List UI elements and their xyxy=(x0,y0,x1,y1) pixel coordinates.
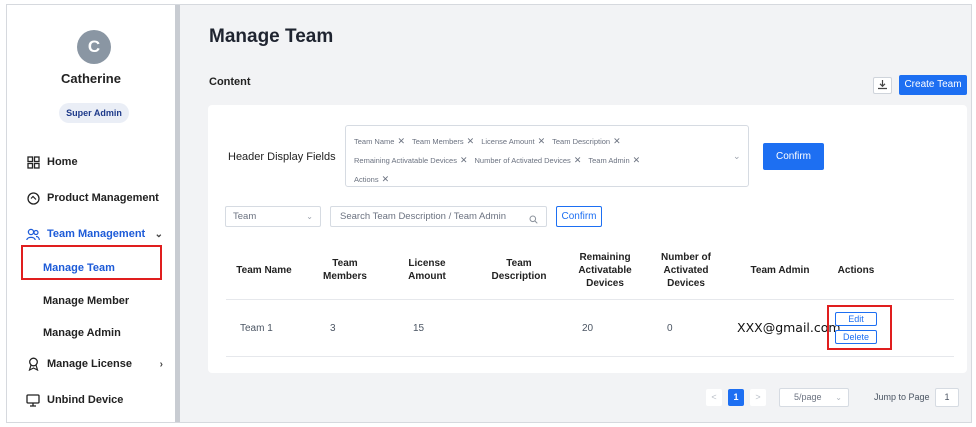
field-tag[interactable]: Actions ✕ xyxy=(354,171,389,188)
header-display-fields-label: Header Display Fields xyxy=(228,151,336,163)
home-icon xyxy=(26,155,40,169)
search-confirm-button[interactable]: Confirm xyxy=(556,206,602,227)
jump-to-page-input[interactable]: 1 xyxy=(935,388,959,407)
column-header-team-members[interactable]: Team Members xyxy=(320,257,370,283)
close-icon[interactable]: ✕ xyxy=(467,136,475,146)
table-divider xyxy=(226,299,954,300)
sidebar-item-label: Manage License xyxy=(47,358,132,370)
sidebar-item-manage-member[interactable]: Manage Member xyxy=(7,289,175,313)
column-header-activated-devices[interactable]: Number of Activated Devices xyxy=(660,251,712,290)
team-icon xyxy=(26,227,40,241)
field-tag[interactable]: Team Name ✕ xyxy=(354,133,405,150)
sidebar-item-unbind-device[interactable]: Unbind Device xyxy=(7,388,175,412)
column-header-team-admin[interactable]: Team Admin xyxy=(745,264,815,277)
close-icon[interactable]: ✕ xyxy=(633,155,641,165)
field-tag[interactable]: Team Admin ✕ xyxy=(588,152,640,169)
product-icon xyxy=(26,191,40,205)
chevron-right-icon: › xyxy=(159,358,163,370)
cell-team-name: Team 1 xyxy=(240,323,273,334)
sidebar-divider xyxy=(175,5,180,422)
download-icon xyxy=(877,77,888,95)
confirm-fields-button[interactable]: Confirm xyxy=(763,143,824,170)
header-display-fields-select[interactable]: Team Name ✕ Team Members ✕ License Amount ✕ Te… xyxy=(345,125,749,187)
sidebar-item-label: Unbind Device xyxy=(47,394,124,406)
monitor-icon xyxy=(26,393,40,407)
sidebar-item-product-management[interactable]: Product Management xyxy=(7,186,175,210)
search-input[interactable] xyxy=(330,206,547,227)
column-header-remaining-devices[interactable]: Remaining Activatable Devices xyxy=(576,251,634,290)
sidebar-item-home[interactable]: Home xyxy=(7,150,175,174)
pagination-next-button[interactable]: > xyxy=(750,389,766,406)
cell-license-amount: 15 xyxy=(413,323,425,334)
sidebar-item-label: Home xyxy=(47,156,78,168)
license-icon xyxy=(26,357,40,371)
table-divider xyxy=(226,356,954,357)
sidebar-item-manage-admin[interactable]: Manage Admin xyxy=(7,321,175,345)
sidebar: C Catherine Super Admin Home Product Man… xyxy=(7,5,175,422)
avatar[interactable]: C xyxy=(77,30,111,64)
download-button[interactable] xyxy=(873,77,892,94)
close-icon[interactable]: ✕ xyxy=(382,174,390,184)
chevron-down-icon: ⌄ xyxy=(835,393,842,402)
cell-activated-devices: 0 xyxy=(667,323,673,334)
role-badge: Super Admin xyxy=(59,103,129,123)
search-icon[interactable] xyxy=(529,211,538,229)
sidebar-item-team-management[interactable]: Team Management ⌄ xyxy=(7,222,175,246)
column-header-actions: Actions xyxy=(837,265,875,276)
page-size-select[interactable]: 5/page ⌄ xyxy=(779,388,849,407)
field-tag[interactable]: Team Description ✕ xyxy=(552,133,621,150)
column-header-license-amount[interactable]: License Amount xyxy=(403,257,451,283)
create-team-button[interactable]: Create Team xyxy=(899,75,967,95)
column-header-team-name[interactable]: Team Name xyxy=(232,264,296,277)
close-icon[interactable]: ✕ xyxy=(538,136,546,146)
sidebar-item-manage-license[interactable]: Manage License › xyxy=(7,352,175,376)
cell-remaining-devices: 20 xyxy=(582,323,594,334)
highlight-box xyxy=(827,305,892,350)
column-header-team-description[interactable]: Team Description xyxy=(490,257,548,283)
cell-team-members: 3 xyxy=(330,323,336,334)
chevron-down-icon: ⌄ xyxy=(306,212,313,221)
pagination-prev-button[interactable]: < xyxy=(706,389,722,406)
close-icon[interactable]: ✕ xyxy=(574,155,582,165)
highlight-box xyxy=(21,245,162,280)
user-name: Catherine xyxy=(61,71,121,86)
close-icon[interactable]: ✕ xyxy=(460,155,468,165)
field-tag[interactable]: Number of Activated Devices ✕ xyxy=(475,152,582,169)
jump-to-page-label: Jump to Page xyxy=(874,392,930,402)
field-tag[interactable]: Team Members ✕ xyxy=(412,133,474,150)
page-title: Manage Team xyxy=(209,26,334,47)
section-title: Content xyxy=(209,76,251,88)
field-tag[interactable]: Remaining Activatable Devices ✕ xyxy=(354,152,468,169)
sidebar-item-label: Product Management xyxy=(47,192,159,204)
team-filter-select[interactable]: Team ⌄ xyxy=(225,206,321,227)
close-icon[interactable]: ✕ xyxy=(397,136,405,146)
chevron-down-icon[interactable]: ⌄ xyxy=(733,151,741,162)
close-icon[interactable]: ✕ xyxy=(613,136,621,146)
pagination-page-1[interactable]: 1 xyxy=(728,389,744,406)
chevron-down-icon: ⌄ xyxy=(154,228,163,240)
cell-team-admin: XXX@gmail.com xyxy=(737,320,841,335)
sidebar-item-label: Team Management xyxy=(47,228,146,240)
field-tag[interactable]: License Amount ✕ xyxy=(481,133,545,150)
